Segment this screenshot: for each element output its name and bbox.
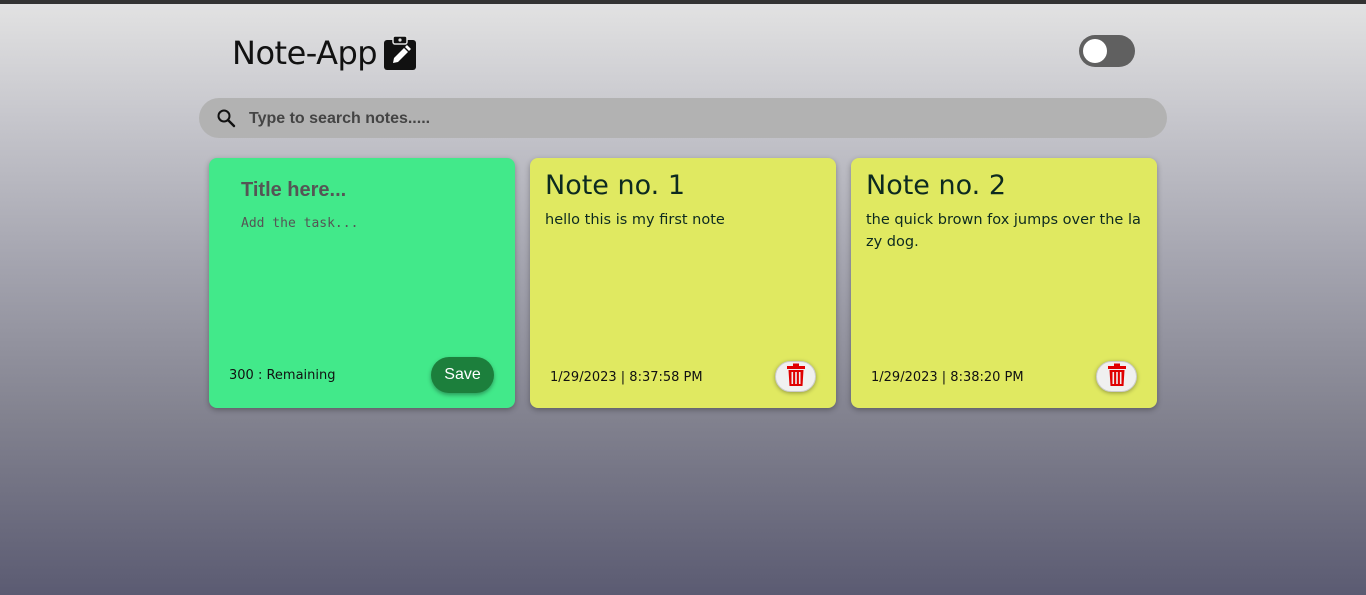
app-header: Note-App [232,34,417,72]
delete-button[interactable] [775,361,816,392]
app-title: Note-App [232,34,378,72]
note-date: 1/29/2023 | 8:38:20 PM [871,370,1024,385]
theme-toggle[interactable] [1079,35,1135,67]
trash-icon [1107,363,1127,391]
note-body-input[interactable] [239,214,503,348]
remaining-count: 300 : Remaining [229,368,336,383]
toggle-knob [1083,39,1107,63]
clipboard-pencil-icon [383,35,417,71]
delete-button[interactable] [1096,361,1137,392]
note-body: hello this is my first note [545,212,725,228]
note-title: Note no. 2 [866,170,1006,201]
note-card: Note no. 1 hello this is my first note 1… [530,158,836,408]
note-title: Note no. 1 [545,170,685,201]
save-button[interactable]: Save [431,357,494,393]
note-title-input[interactable] [239,174,503,206]
new-note-card: 300 : Remaining Save [209,158,515,408]
note-body: the quick brown fox jumps over the lazy … [866,212,1141,250]
window-top-border [0,0,1366,4]
search-input[interactable] [247,104,1151,134]
trash-icon [786,363,806,391]
search-bar [199,98,1167,138]
note-card: Note no. 2 the quick brown fox jumps ove… [851,158,1157,408]
note-date: 1/29/2023 | 8:37:58 PM [550,370,703,385]
search-icon [216,108,236,128]
